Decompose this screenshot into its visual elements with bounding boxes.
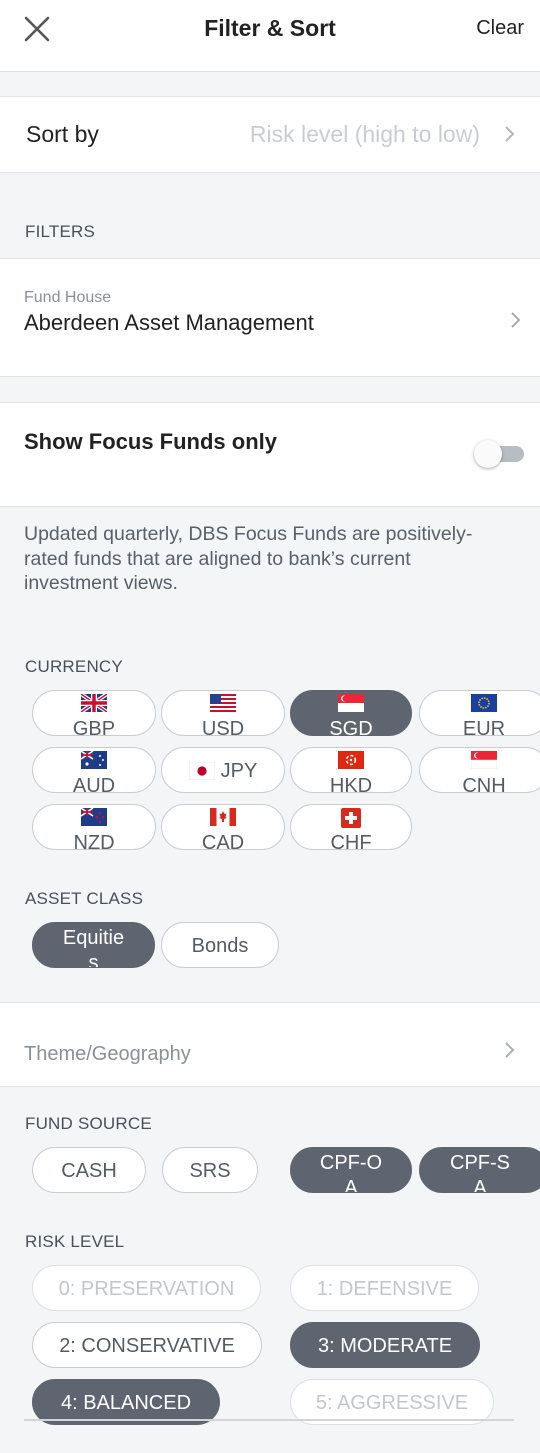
- hong-kong-flag-icon: [291, 751, 411, 771]
- currency-chip-nzd[interactable]: NZD: [32, 804, 156, 850]
- fund-house-row[interactable]: Fund House Aberdeen Asset Management: [0, 258, 540, 377]
- singapore-flag-icon: [420, 751, 540, 771]
- fund-source-chip-label: CASH: [61, 1160, 117, 1182]
- asset-chip-bonds[interactable]: Bonds: [161, 922, 279, 968]
- japan-flag-icon: [188, 762, 215, 780]
- currency-code: USD: [201, 718, 245, 736]
- fund-source-chip-label-line1: CPF-S: [450, 1152, 510, 1174]
- currency-code: AUD: [72, 775, 116, 793]
- risk-chip-preservation[interactable]: 0: PRESERVATION: [32, 1265, 261, 1311]
- chevron-right-icon: [501, 1041, 519, 1059]
- focus-funds-description: Updated quarterly, DBS Focus Funds are p…: [24, 523, 473, 594]
- us-flag-icon: [162, 694, 284, 714]
- risk-chip-label: 0: PRESERVATION: [58, 1278, 235, 1300]
- currency-code: HKD: [329, 775, 373, 793]
- page-title: Filter & Sort: [204, 15, 336, 41]
- theme-geography-row[interactable]: Theme/Geography: [0, 1002, 540, 1087]
- currency-code: CAD: [201, 832, 245, 850]
- theme-geography-label: Theme/Geography: [24, 1043, 191, 1065]
- currency-chip-jpy[interactable]: JPY: [161, 747, 285, 793]
- fund-source-chip-srs[interactable]: SRS: [162, 1147, 258, 1193]
- focus-funds-toggle[interactable]: [474, 440, 524, 468]
- fund-source-chip-label-line2: A: [473, 1177, 487, 1193]
- fund-house-value: Aberdeen Asset Management: [24, 310, 314, 335]
- currency-heading: CURRENCY: [25, 657, 123, 676]
- canada-flag-icon: [162, 808, 284, 828]
- currency-code: GBP: [72, 718, 116, 736]
- fund-source-heading: FUND SOURCE: [25, 1114, 152, 1133]
- currency-code: NZD: [73, 832, 115, 850]
- asset-class-heading: ASSET CLASS: [25, 889, 144, 908]
- risk-chip-conservative[interactable]: 2: CONSERVATIVE: [32, 1322, 262, 1368]
- fund-source-chip-label-line2: A: [344, 1177, 358, 1193]
- currency-code: EUR: [462, 718, 506, 736]
- currency-chip-content: JPY: [162, 759, 284, 783]
- risk-chip-label: 4: BALANCED: [60, 1392, 192, 1414]
- currency-chip-gbp[interactable]: GBP: [32, 690, 156, 736]
- fund-house-label: Fund House: [24, 289, 112, 306]
- fund-source-chip-label-line1: CPF-O: [319, 1152, 383, 1174]
- currency-code: SGD: [329, 718, 373, 736]
- fund-source-chip-label: SRS: [189, 1160, 231, 1182]
- sort-by-label: Sort by: [26, 121, 99, 147]
- divider: [24, 1419, 514, 1421]
- clear-button[interactable]: Clear: [476, 17, 524, 40]
- currency-chip-cad[interactable]: CAD: [161, 804, 285, 850]
- fund-source-chip-label: CPF-S A: [420, 1151, 540, 1193]
- fund-source-chip-cash[interactable]: CASH: [32, 1147, 146, 1193]
- chevron-right-icon: [501, 125, 519, 143]
- risk-chip-label: 1: DEFENSIVE: [316, 1278, 453, 1300]
- sort-by-value: Risk level (high to low): [249, 121, 480, 147]
- filters-heading: FILTERS: [25, 222, 96, 241]
- asset-chip-equities[interactable]: Equitie s: [32, 922, 155, 968]
- eu-flag-icon: [420, 694, 540, 714]
- currency-chip-eur[interactable]: EUR: [419, 690, 540, 736]
- risk-chip-moderate[interactable]: 3: MODERATE: [290, 1322, 480, 1368]
- new-zealand-flag-icon: [33, 808, 155, 828]
- australia-flag-icon: [33, 751, 155, 771]
- fund-source-chip-label: CPF-O A: [291, 1151, 411, 1193]
- risk-level-heading: RISK LEVEL: [25, 1232, 125, 1251]
- risk-chip-label: 3: MODERATE: [317, 1335, 453, 1357]
- sort-by-row[interactable]: Sort by Risk level (high to low): [0, 96, 540, 173]
- currency-chip-cnh[interactable]: CNH: [419, 747, 540, 793]
- currency-chip-hkd[interactable]: HKD: [290, 747, 412, 793]
- focus-funds-row: Show Focus Funds only: [0, 402, 540, 507]
- currency-chip-aud[interactable]: AUD: [32, 747, 156, 793]
- header-bar: Filter & Sort Clear: [0, 0, 540, 72]
- chevron-right-icon: [507, 311, 525, 329]
- currency-code: JPY: [220, 760, 258, 782]
- risk-chip-label: 2: CONSERVATIVE: [59, 1335, 235, 1357]
- risk-chip-label: 5: AGGRESSIVE: [315, 1392, 469, 1414]
- fund-source-chip-cpf-oa[interactable]: CPF-O A: [290, 1147, 412, 1193]
- currency-chip-sgd[interactable]: SGD: [290, 690, 412, 736]
- asset-chip-label: Equitie s: [33, 926, 154, 968]
- switzerland-flag-icon: [291, 808, 411, 828]
- uk-flag-icon: [33, 694, 155, 714]
- risk-chip-defensive[interactable]: 1: DEFENSIVE: [290, 1265, 479, 1311]
- currency-code: CNH: [462, 775, 506, 793]
- asset-chip-label-line1: Equitie: [62, 927, 125, 949]
- focus-funds-label: Show Focus Funds only: [24, 429, 277, 454]
- singapore-flag-icon: [291, 694, 411, 714]
- currency-chip-chf[interactable]: CHF: [290, 804, 412, 850]
- asset-chip-label: Bonds: [191, 935, 249, 957]
- currency-code: CHF: [330, 832, 372, 850]
- fund-source-chip-cpf-sa[interactable]: CPF-S A: [419, 1147, 540, 1193]
- toggle-knob: [474, 440, 502, 468]
- currency-chip-usd[interactable]: USD: [161, 690, 285, 736]
- asset-chip-label-line2: s: [88, 952, 99, 968]
